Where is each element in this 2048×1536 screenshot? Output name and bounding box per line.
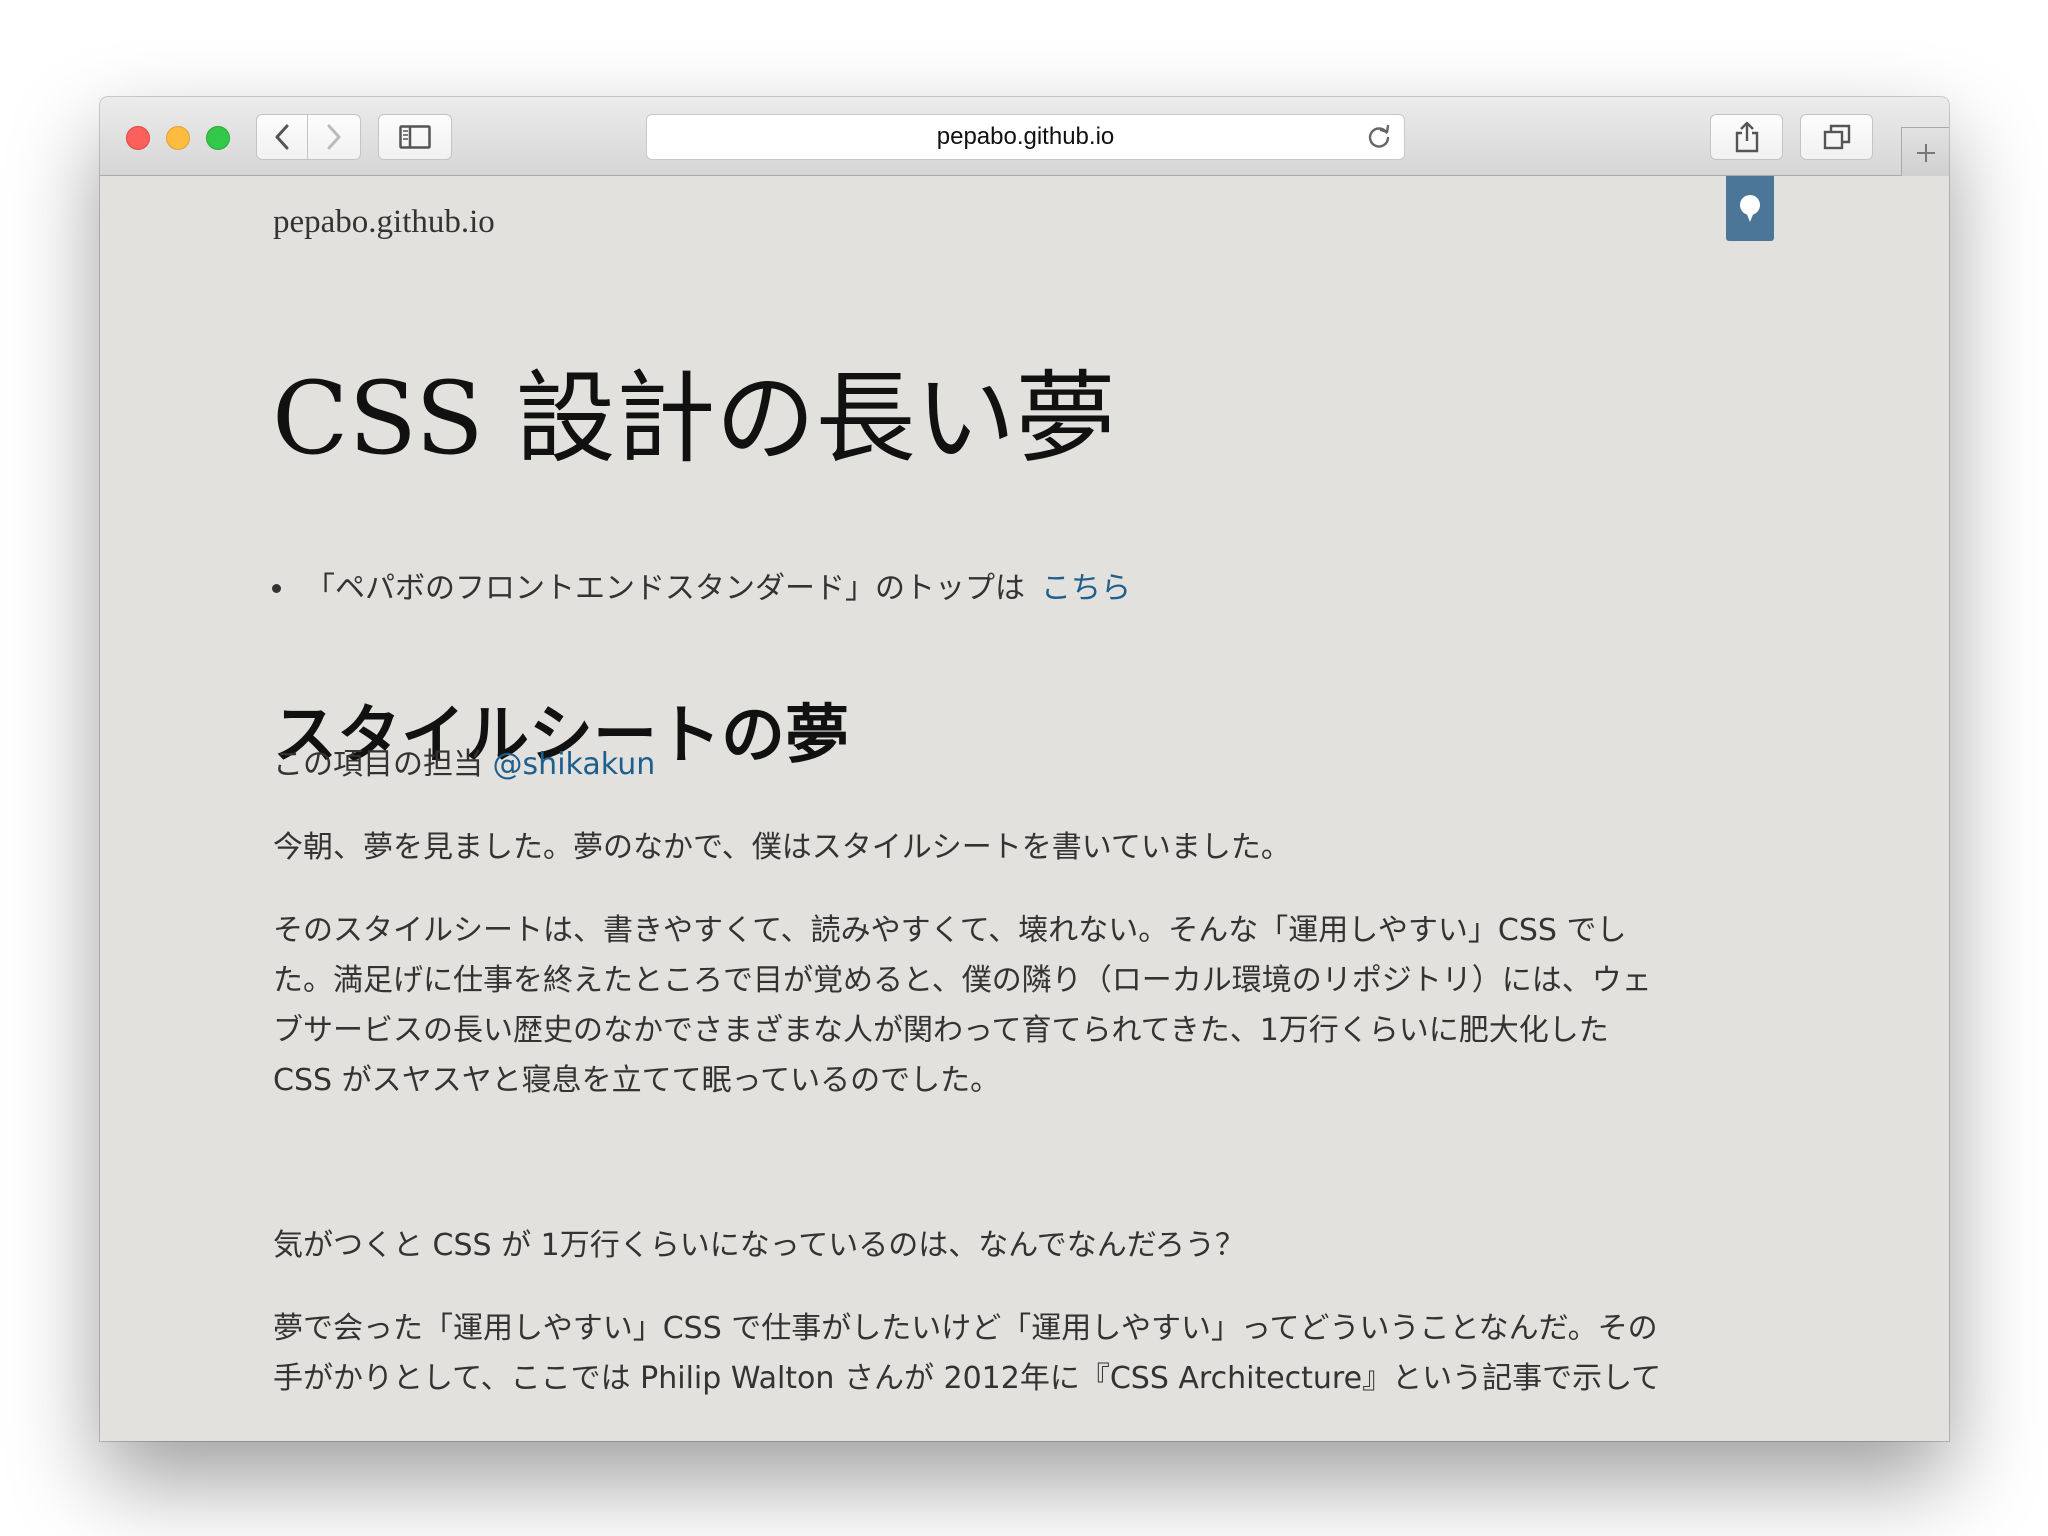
paragraph-1: 今朝、夢を見ました。夢のなかで、僕はスタイルシートを書いていました。	[273, 830, 1291, 865]
toc-list-item: 「ペパボのフロントエンドスタンダード」のトップは こちら	[272, 563, 1131, 607]
address-bar[interactable]: pepabo.github.io	[646, 114, 1405, 160]
sidebar-icon	[399, 125, 431, 149]
paragraph-3: 気がつくと CSS が 1万行くらいになっているのは、なんでなんだろう？	[273, 1228, 1245, 1263]
hatena-bookmark-button[interactable]	[1726, 176, 1774, 241]
chevron-right-icon	[327, 124, 341, 150]
tabs-icon	[1823, 124, 1850, 150]
paragraph-4-line-2: 手がかりとして、ここでは Philip Walton さんが 2012年に『CS…	[273, 1361, 1662, 1396]
paragraph-2-line-4: CSS がスヤスヤと寝息を立てて眠っているのでした。	[273, 1063, 1001, 1098]
show-tabs-button[interactable]	[1800, 114, 1873, 160]
browser-window: pepabo.github.io pepabo.github.io CSS 設計…	[100, 97, 1949, 1441]
paragraph-2-line-3: ブサービスの長い歴史のなかでさまざまな人が関わって育てられてきた、1万行くらいに…	[273, 1013, 1609, 1048]
forward-button[interactable]	[308, 114, 361, 160]
hatena-bookmark-icon	[1740, 194, 1760, 222]
owner-line: この項目の担当 @shikakun	[273, 740, 1873, 790]
paragraph-2-line-2: た。満足げに仕事を終えたところで目が覚めると、僕の隣り（ローカル環境のリポジトリ…	[273, 963, 1652, 998]
reload-icon	[1368, 124, 1390, 148]
owner-prefix: この項目の担当	[273, 747, 483, 782]
close-window-button[interactable]	[126, 126, 150, 150]
chevron-left-icon	[275, 124, 289, 150]
new-tab-button[interactable]	[1901, 127, 1949, 177]
back-button[interactable]	[256, 114, 308, 160]
sidebar-toggle-button[interactable]	[378, 114, 452, 160]
paragraph-2: そのスタイルシートは、書きやすくて、読みやすくて、壊れない。そんな「運用しやすい…	[273, 906, 1873, 1106]
minimize-window-button[interactable]	[166, 126, 190, 150]
share-button[interactable]	[1710, 114, 1783, 160]
paragraph-4-line-1: 夢で会った「運用しやすい」CSS で仕事がしたいけど「運用しやすい」ってどういう…	[273, 1311, 1658, 1346]
paragraph-2-line-1: そのスタイルシートは、書きやすくて、読みやすくて、壊れない。そんな「運用しやすい…	[273, 913, 1627, 948]
share-icon	[1735, 121, 1758, 153]
paragraph-4: 夢で会った「運用しやすい」CSS で仕事がしたいけど「運用しやすい」ってどういう…	[273, 1304, 1873, 1404]
bullet-marker	[272, 583, 281, 593]
toc-link[interactable]: こちら	[1041, 563, 1131, 607]
page-title: CSS 設計の長い夢	[272, 360, 1116, 477]
plus-icon	[1916, 143, 1935, 162]
site-name-link[interactable]: pepabo.github.io	[273, 204, 495, 241]
reload-button[interactable]	[1366, 124, 1392, 154]
toc-text: 「ペパボのフロントエンドスタンダード」のトップは	[305, 571, 1025, 606]
browser-toolbar: pepabo.github.io	[100, 97, 1949, 177]
url-text[interactable]: pepabo.github.io	[937, 123, 1115, 151]
owner-handle-link[interactable]: @shikakun	[493, 747, 656, 782]
zoom-window-button[interactable]	[206, 126, 230, 150]
page-content: pepabo.github.io CSS 設計の長い夢 「ペパボのフロントエンド…	[100, 176, 1949, 1441]
